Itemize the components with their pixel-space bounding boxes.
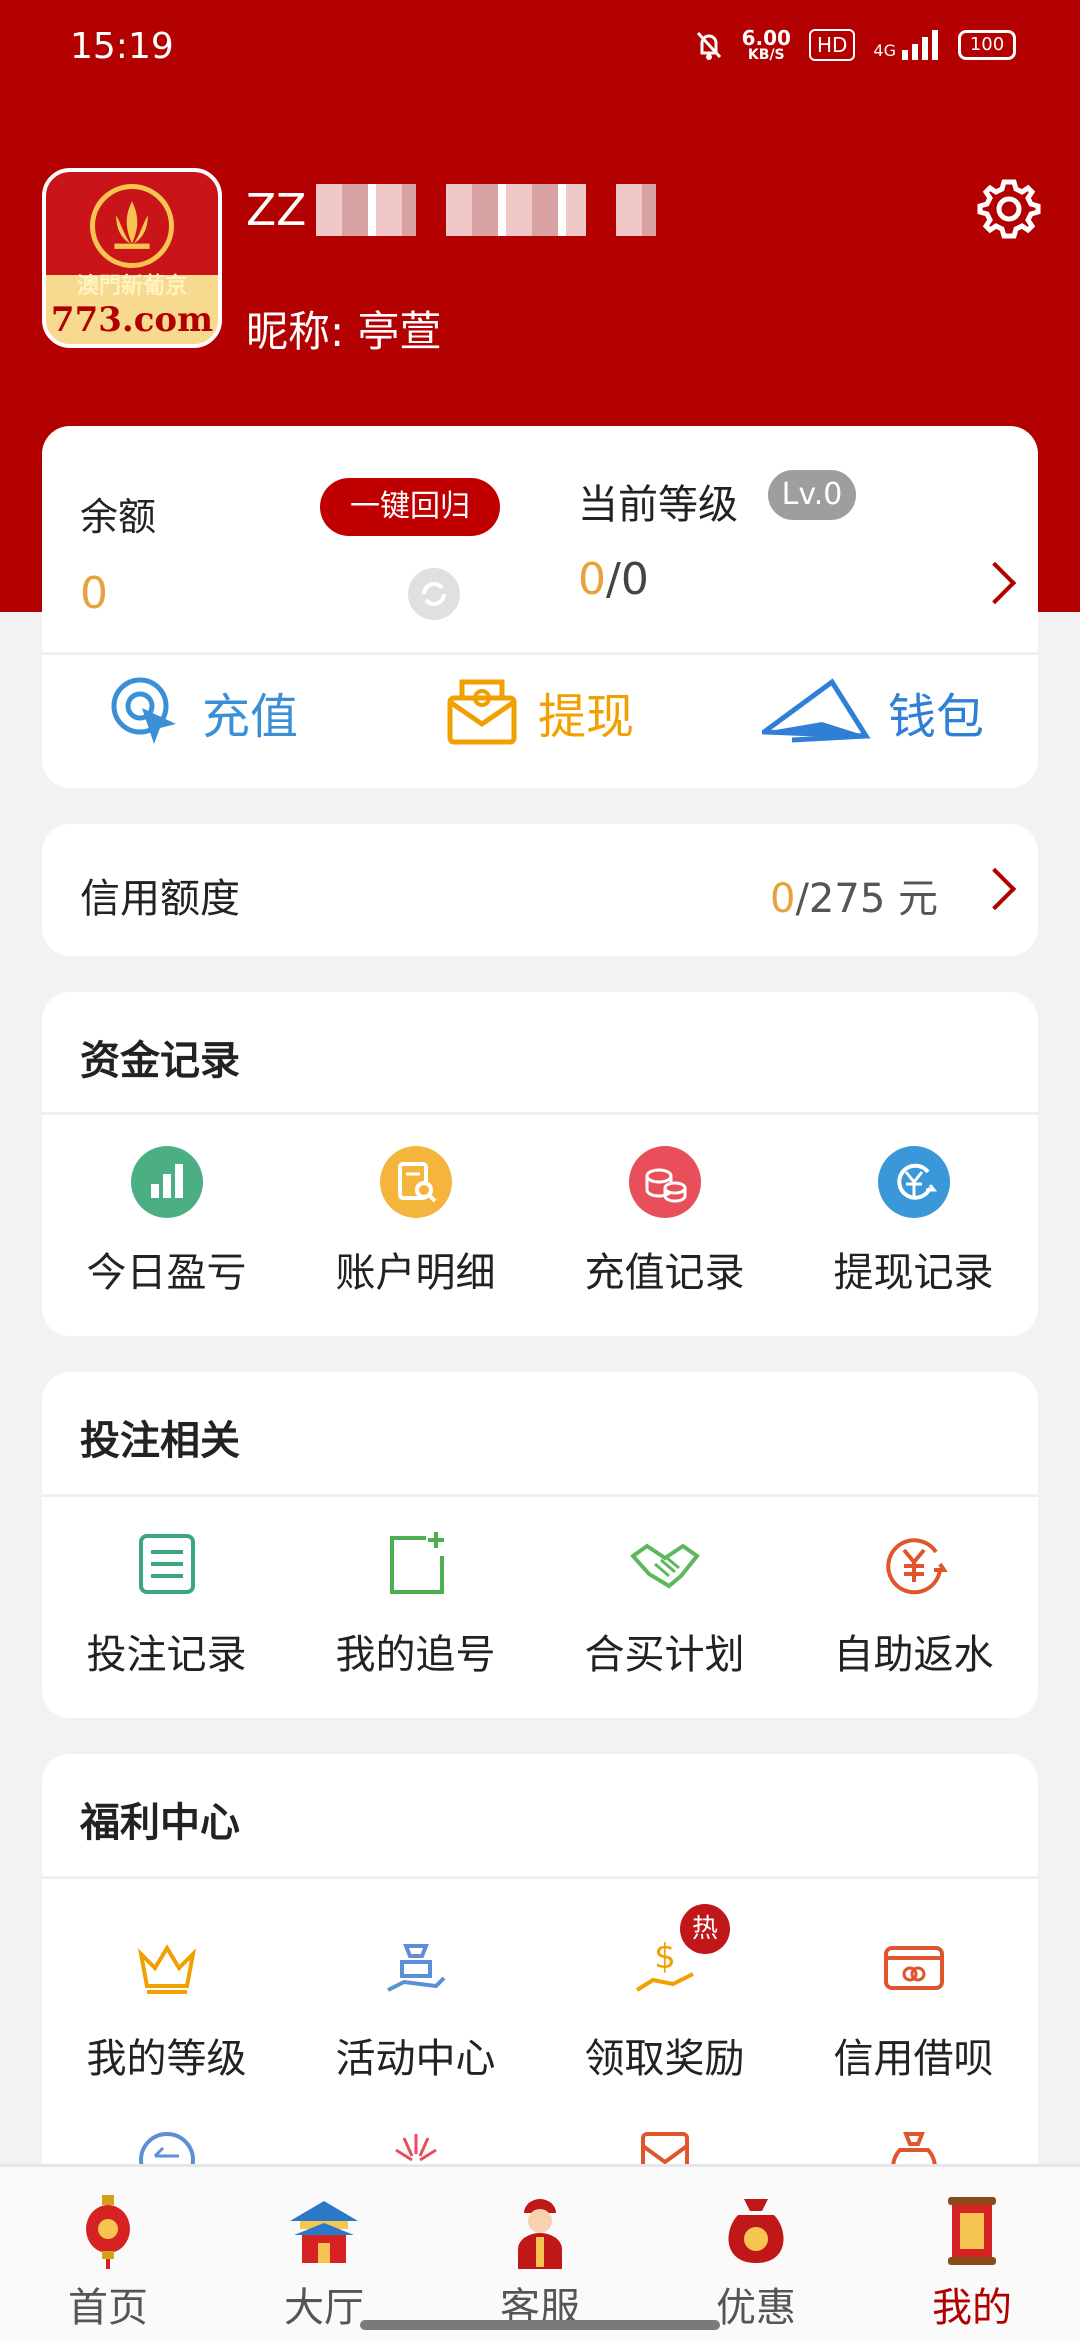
- tab-home[interactable]: 首页: [0, 2167, 216, 2340]
- mute-bell-icon: [696, 31, 721, 60]
- credit-limit-label: 信用额度: [80, 876, 240, 922]
- grid-item-bet-record[interactable]: 投注记录: [42, 1528, 291, 1680]
- grid-item-withdraw-record[interactable]: 提现记录: [789, 1146, 1038, 1298]
- credit-limit-row[interactable]: 信用额度 0/275 元: [42, 824, 1038, 956]
- grid-item-recharge-record[interactable]: 充值记录: [540, 1146, 789, 1298]
- status-indicators: 6.00 KB/S HD 4G 100: [694, 28, 1016, 62]
- settings-gear-icon[interactable]: [976, 176, 1042, 242]
- tab-lobby[interactable]: 大厅: [216, 2167, 432, 2340]
- yuan-transfer-icon: [877, 1146, 950, 1218]
- grid-item-group-buy[interactable]: 合买计划: [540, 1528, 789, 1680]
- home-indicator[interactable]: [360, 2320, 720, 2330]
- level-progress: 0/0: [578, 554, 649, 605]
- section-title: 投注相关: [80, 1418, 240, 1464]
- bottom-tab-bar: 首页 大厅 客服 优惠 我的: [0, 2164, 1080, 2340]
- recharge-icon: [111, 677, 176, 744]
- chart-icon: [130, 1146, 203, 1218]
- credit-limit-value: 0/275 元: [770, 876, 938, 922]
- grid-item-my-level[interactable]: 我的等级: [42, 1932, 291, 2084]
- bet-related-section: 投注相关 投注记录 我的追号 合买计划 自助返水: [42, 1372, 1038, 1718]
- section-title: 资金记录: [80, 1038, 240, 1084]
- pavilion-icon: [290, 2201, 358, 2263]
- balance-value: 0: [80, 568, 108, 619]
- hot-badge: 热: [680, 1904, 730, 1954]
- add-note-icon: [380, 1528, 452, 1600]
- yuan-refund-icon: [878, 1528, 950, 1600]
- status-bar: 15:19 6.00 KB/S HD 4G 100: [0, 0, 1080, 100]
- wallet-icon: [762, 678, 871, 743]
- handshake-icon: [629, 1528, 701, 1600]
- nickname: 昵称: 亭萱: [246, 307, 442, 356]
- divider: [42, 652, 1038, 655]
- grid-item-credit-loan[interactable]: 信用借呗: [789, 1932, 1038, 2084]
- scroll-icon: [948, 2197, 996, 2265]
- level-badge: Lv.0: [768, 470, 856, 520]
- divider: [42, 1112, 1038, 1115]
- wallet-button[interactable]: 钱包: [762, 672, 984, 752]
- lantern-icon: [86, 2195, 130, 2269]
- masked-text: [316, 184, 417, 236]
- status-time: 15:19: [70, 26, 174, 67]
- chevron-right-icon: [973, 867, 1017, 911]
- divider: [42, 1494, 1038, 1497]
- network-speed: 6.00 KB/S: [741, 26, 791, 63]
- battery-icon: 100: [958, 30, 1016, 60]
- divider: [42, 1876, 1038, 1879]
- gift-hand-icon: [380, 1932, 452, 2004]
- grid-item-claim-reward[interactable]: $ 领取奖励 热: [540, 1904, 789, 2084]
- grid-item-account-detail[interactable]: 账户明细: [291, 1146, 540, 1298]
- balance-label: 余额: [80, 495, 157, 539]
- service-person-icon: [518, 2199, 562, 2269]
- masked-text: [446, 184, 587, 236]
- tab-customer-service[interactable]: 客服: [432, 2167, 648, 2340]
- fund-records-section: 资金记录 今日盈亏 账户明细 充值记录 提现记录: [42, 992, 1038, 1336]
- grid-item-self-rebate[interactable]: 自助返水: [789, 1528, 1038, 1680]
- level-chevron-icon[interactable]: [973, 561, 1017, 605]
- signal-icon: 4G: [873, 30, 940, 60]
- masked-text: [616, 184, 657, 236]
- hd-badge: HD: [808, 29, 856, 61]
- level-label: 当前等级: [578, 482, 738, 528]
- withdraw-button[interactable]: 提现: [442, 672, 634, 752]
- one-key-return-button[interactable]: 一键回归: [320, 478, 500, 536]
- withdraw-icon: [447, 679, 517, 745]
- grid-item-activity-center[interactable]: 活动中心: [291, 1932, 540, 2084]
- grid-item-daily-profit[interactable]: 今日盈亏: [42, 1146, 291, 1298]
- recharge-button[interactable]: 充值: [106, 672, 298, 752]
- grid-item-my-chase[interactable]: 我的追号: [291, 1528, 540, 1680]
- username: ZZ: [246, 184, 657, 236]
- crown-icon: [131, 1932, 203, 2004]
- svg-text:$: $: [654, 1937, 676, 1977]
- tab-mine[interactable]: 我的: [864, 2167, 1080, 2340]
- refresh-icon[interactable]: [408, 568, 460, 620]
- coins-icon: [628, 1146, 701, 1218]
- card-icon: [878, 1932, 950, 2004]
- balance-card: 余额 一键回归 0 当前等级 Lv.0 0/0 充值 提现 钱包: [42, 426, 1038, 788]
- tab-promotions[interactable]: 优惠: [648, 2167, 864, 2340]
- section-title: 福利中心: [80, 1800, 240, 1846]
- app-logo: 澳門新葡京 773.com: [42, 168, 222, 348]
- list-icon: [131, 1528, 203, 1600]
- account-detail-icon: [379, 1146, 452, 1218]
- money-bag-icon: [728, 2199, 784, 2263]
